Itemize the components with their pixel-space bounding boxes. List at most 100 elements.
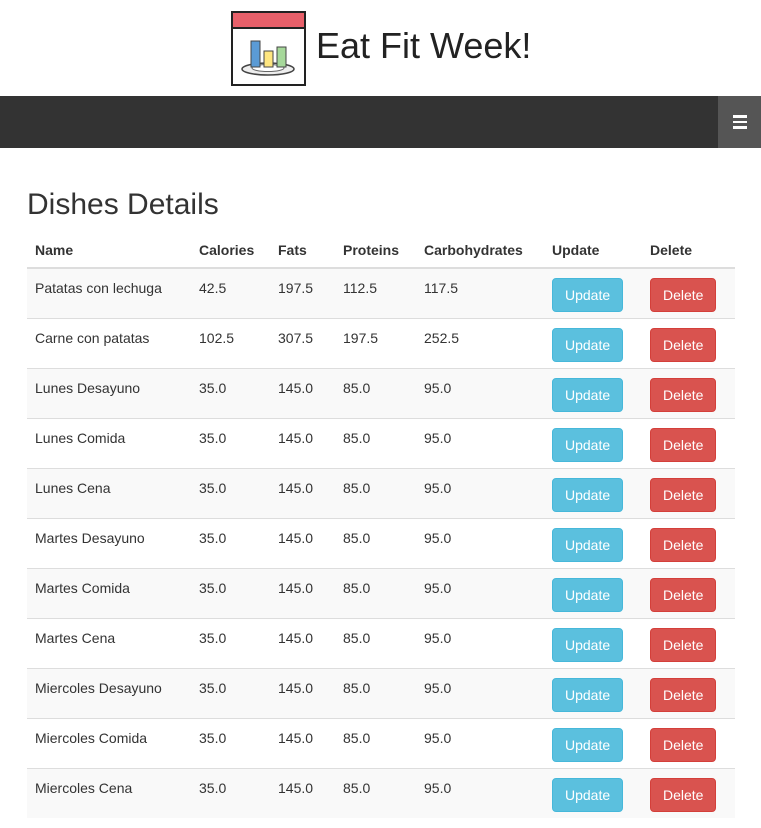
dish-name-cell: Miercoles Desayuno: [27, 667, 191, 718]
delete-button[interactable]: Delete: [650, 427, 717, 462]
dish-calories-cell: 35.0: [191, 667, 270, 718]
menu-toggle-button[interactable]: [718, 96, 761, 148]
delete-cell: Delete: [642, 467, 735, 518]
delete-button[interactable]: Delete: [650, 777, 717, 812]
dish-calories-cell: 35.0: [191, 767, 270, 818]
update-button[interactable]: Update: [552, 777, 624, 812]
dish-carbohydrates-cell: 117.5: [416, 267, 544, 318]
delete-button[interactable]: Delete: [650, 527, 717, 562]
dish-name-cell: Lunes Desayuno: [27, 367, 191, 418]
dish-name-cell: Miercoles Comida: [27, 717, 191, 768]
table-row: Martes Comida 35.0 145.0 85.0 95.0 Update Dele…: [27, 567, 735, 618]
update-button[interactable]: Update: [552, 577, 624, 612]
dish-name-cell: Martes Cena: [27, 617, 191, 668]
update-button[interactable]: Update: [552, 278, 624, 312]
dish-fats-cell: 145.0: [270, 767, 335, 818]
delete-button[interactable]: Delete: [650, 278, 717, 312]
update-cell: Update: [544, 317, 642, 368]
delete-cell: Delete: [642, 617, 735, 668]
column-header-update: Update: [544, 232, 642, 269]
table-row: Lunes Comida 35.0 145.0 85.0 95.0 Update Delet…: [27, 417, 735, 468]
update-button[interactable]: Update: [552, 627, 624, 662]
dish-calories-cell: 35.0: [191, 617, 270, 668]
navbar: [0, 96, 761, 148]
dish-calories-cell: 35.0: [191, 567, 270, 618]
update-button[interactable]: Update: [552, 727, 624, 762]
update-cell: Update: [544, 267, 642, 318]
update-button[interactable]: Update: [552, 427, 624, 462]
dish-fats-cell: 145.0: [270, 367, 335, 418]
dish-proteins-cell: 85.0: [335, 417, 416, 468]
delete-button[interactable]: Delete: [650, 577, 717, 612]
update-button[interactable]: Update: [552, 527, 624, 562]
dish-name-cell: Martes Desayuno: [27, 517, 191, 568]
dish-proteins-cell: 112.5: [335, 267, 416, 318]
dish-proteins-cell: 85.0: [335, 517, 416, 568]
delete-button[interactable]: Delete: [650, 377, 717, 412]
delete-button[interactable]: Delete: [650, 727, 717, 762]
table-row: Martes Cena 35.0 145.0 85.0 95.0 Update Delete: [27, 617, 735, 668]
dish-calories-cell: 35.0: [191, 717, 270, 768]
table-row: Miercoles Cena 35.0 145.0 85.0 95.0 Update Del…: [27, 767, 735, 818]
dish-carbohydrates-cell: 95.0: [416, 517, 544, 568]
dish-proteins-cell: 85.0: [335, 767, 416, 818]
update-button[interactable]: Update: [552, 477, 624, 512]
dish-fats-cell: 145.0: [270, 517, 335, 568]
dish-calories-cell: 35.0: [191, 517, 270, 568]
table-row: Lunes Cena 35.0 145.0 85.0 95.0 Update Delete: [27, 467, 735, 518]
update-cell: Update: [544, 767, 642, 818]
delete-button[interactable]: Delete: [650, 627, 717, 662]
dish-fats-cell: 145.0: [270, 667, 335, 718]
update-button[interactable]: Update: [552, 677, 624, 712]
delete-cell: Delete: [642, 667, 735, 718]
dish-carbohydrates-cell: 95.0: [416, 717, 544, 768]
column-header-fats: Fats: [270, 232, 335, 269]
dish-carbohydrates-cell: 95.0: [416, 667, 544, 718]
update-cell: Update: [544, 367, 642, 418]
dish-calories-cell: 35.0: [191, 367, 270, 418]
dish-fats-cell: 145.0: [270, 717, 335, 768]
column-header-name: Name: [27, 232, 191, 269]
update-cell: Update: [544, 667, 642, 718]
update-cell: Update: [544, 617, 642, 668]
delete-button[interactable]: Delete: [650, 477, 717, 512]
dish-name-cell: Lunes Comida: [27, 417, 191, 468]
page-title: Dishes Details: [27, 188, 219, 221]
dish-proteins-cell: 85.0: [335, 567, 416, 618]
delete-cell: Delete: [642, 717, 735, 768]
meal-chart-icon[interactable]: [231, 11, 306, 86]
dish-fats-cell: 145.0: [270, 417, 335, 468]
dish-name-cell: Miercoles Cena: [27, 767, 191, 818]
dish-fats-cell: 145.0: [270, 467, 335, 518]
update-button[interactable]: Update: [552, 377, 624, 412]
dish-proteins-cell: 85.0: [335, 617, 416, 668]
delete-button[interactable]: Delete: [650, 677, 717, 712]
dish-fats-cell: 307.5: [270, 317, 335, 368]
delete-cell: Delete: [642, 317, 735, 368]
dish-carbohydrates-cell: 252.5: [416, 317, 544, 368]
dish-name-cell: Martes Comida: [27, 567, 191, 618]
delete-cell: Delete: [642, 267, 735, 318]
dish-proteins-cell: 85.0: [335, 667, 416, 718]
dish-carbohydrates-cell: 95.0: [416, 617, 544, 668]
dish-carbohydrates-cell: 95.0: [416, 567, 544, 618]
table-row: Martes Desayuno 35.0 145.0 85.0 95.0 Update De…: [27, 517, 735, 568]
delete-button[interactable]: Delete: [650, 327, 717, 362]
column-header-delete: Delete: [642, 232, 735, 269]
dish-carbohydrates-cell: 95.0: [416, 417, 544, 468]
table-row: Carne con patatas 102.5 307.5 197.5 252.5 Upd…: [27, 317, 735, 368]
dish-fats-cell: 197.5: [270, 267, 335, 318]
column-header-calories: Calories: [191, 232, 270, 269]
dish-proteins-cell: 85.0: [335, 367, 416, 418]
dish-proteins-cell: 197.5: [335, 317, 416, 368]
dish-calories-cell: 102.5: [191, 317, 270, 368]
column-header-proteins: Proteins: [335, 232, 416, 269]
update-button[interactable]: Update: [552, 327, 624, 362]
dish-carbohydrates-cell: 95.0: [416, 467, 544, 518]
dish-name-cell: Carne con patatas: [27, 317, 191, 368]
table-header-row: Name Calories Fats Proteins Carbohydrate…: [27, 232, 735, 269]
table-row: Miercoles Comida 35.0 145.0 85.0 95.0 Update D…: [27, 717, 735, 768]
update-cell: Update: [544, 717, 642, 768]
header: Eat Fit Week!: [0, 0, 761, 96]
update-cell: Update: [544, 467, 642, 518]
